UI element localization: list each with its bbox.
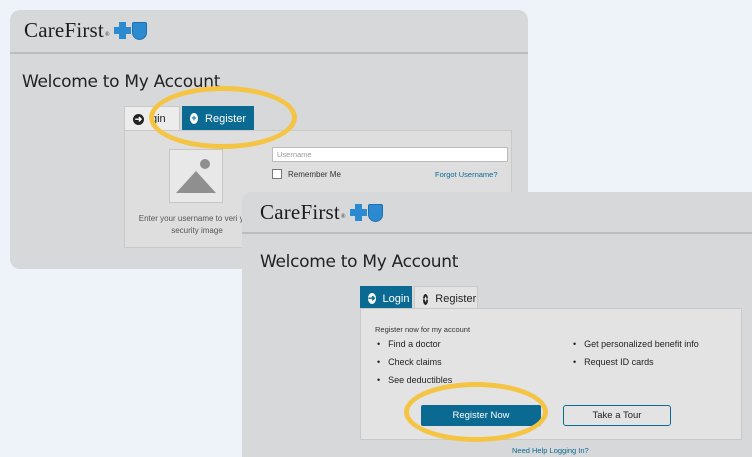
list-item: • Find a doctor (377, 339, 441, 349)
tab-login-label: gin (151, 113, 166, 125)
cross-icon (113, 22, 131, 39)
cross-icon (349, 204, 367, 221)
take-a-tour-button[interactable]: Take a Tour (563, 405, 671, 426)
page-title: Welcome to My Account (22, 72, 221, 92)
tab-login-label: Login (382, 292, 410, 305)
plus-circle-icon: + (190, 113, 199, 124)
list-item: • See deductibles (377, 375, 453, 385)
need-help-link[interactable]: Need Help Logging In? (512, 446, 589, 455)
list-item: • Get personalized benefit info (573, 339, 699, 349)
shield-icon (367, 203, 383, 222)
register-intro: Register now for my account (375, 325, 471, 334)
list-item: • Check claims (377, 357, 442, 367)
brand-name: CareFirst (24, 18, 104, 42)
forgot-username-link[interactable]: Forgot Username? (435, 170, 498, 179)
register-now-button[interactable]: Register Now (421, 405, 541, 426)
plus-circle-icon: + (423, 293, 429, 305)
tab-login[interactable]: ➜ gin (124, 106, 180, 131)
arrow-right-circle-icon: ➜ (368, 293, 376, 304)
shield-icon (131, 21, 147, 40)
arrow-right-circle-icon: ➜ (133, 113, 144, 125)
carefirst-logo[interactable]: CareFirst ® (24, 18, 147, 43)
username-input[interactable]: Username (272, 147, 508, 162)
trademark: ® (340, 213, 346, 220)
remember-me[interactable]: Remember Me (272, 169, 341, 179)
trademark: ® (104, 31, 110, 38)
security-image-hint: Enter your username to veri your securit… (138, 214, 256, 235)
tab-register-label: Register (435, 293, 477, 305)
list-item: • Request ID cards (573, 357, 654, 367)
remember-label: Remember Me (288, 169, 341, 179)
remember-checkbox[interactable] (272, 169, 282, 179)
register-screen-card: CareFirst ® Welcome to My Account ➜ Logi… (242, 192, 752, 457)
carefirst-logo[interactable]: CareFirst ® (260, 200, 383, 225)
tab-register[interactable]: + Register (182, 106, 254, 131)
header-bar: CareFirst ® (10, 10, 528, 54)
register-panel: Register now for my account • Find a doct… (360, 308, 742, 440)
tab-register-label: Register (205, 112, 246, 125)
image-placeholder-icon (169, 149, 223, 203)
header-bar: CareFirst ® (242, 192, 752, 234)
page-title: Welcome to My Account (260, 252, 459, 272)
brand-name: CareFirst (260, 200, 340, 224)
